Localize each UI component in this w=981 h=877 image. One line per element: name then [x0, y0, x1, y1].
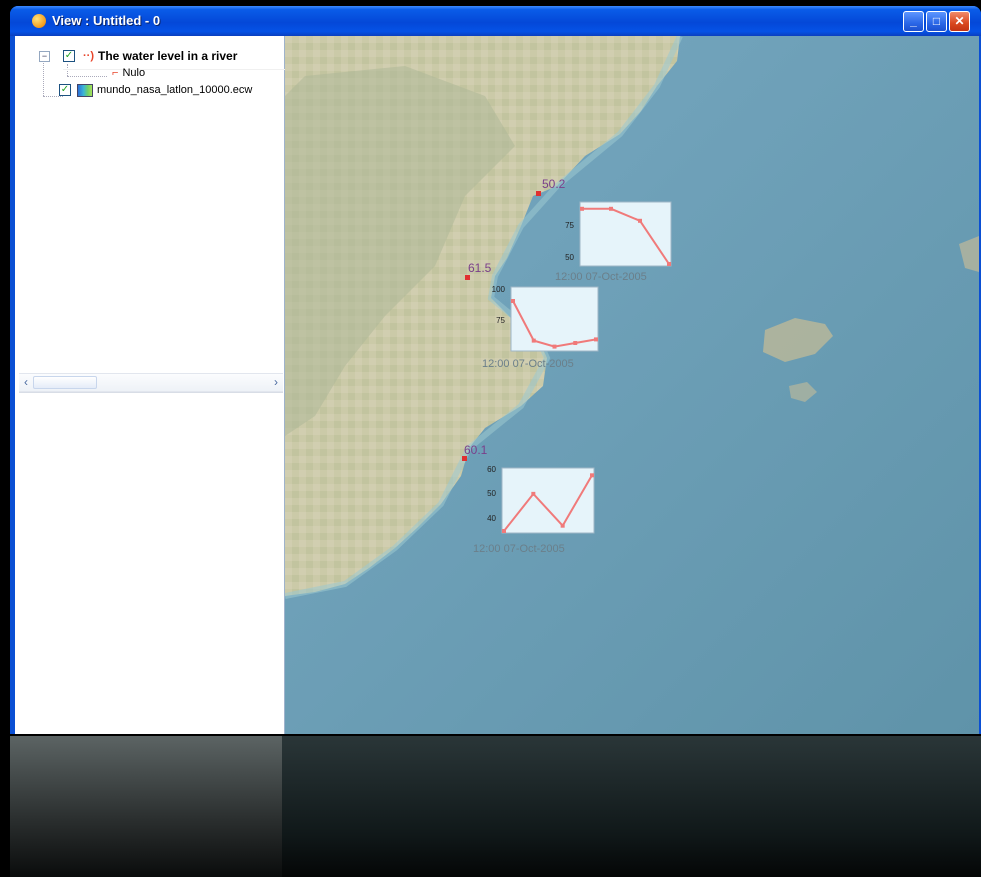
app-icon: [32, 14, 46, 28]
mini-chart-point: [502, 529, 506, 533]
minimize-button[interactable]: _: [903, 11, 924, 32]
mini-chart-point: [638, 218, 642, 223]
close-button[interactable]: ✕: [949, 11, 970, 32]
reflection-panel: [10, 736, 282, 877]
close-icon: ✕: [954, 14, 965, 28]
mini-chart-tick-label: 40: [487, 514, 496, 523]
mini-chart-tick-label: 50: [487, 489, 496, 498]
mini-chart-point: [560, 523, 565, 528]
legend-label: Nulo: [122, 67, 146, 79]
layer-checkbox[interactable]: ✓: [63, 50, 75, 62]
map-svg: 50.2 75 50 12:00 07-Oct-2005 61.5 100 75 12:00 …: [285, 36, 979, 734]
mini-chart-frame: [579, 201, 672, 267]
station-value-label: 61.5: [468, 261, 492, 275]
mini-chart-point: [552, 344, 557, 349]
layer-toc: − ✓ ··) The water level in a river ⌐ Nul…: [15, 36, 285, 734]
mini-chart-tick-label: 60: [487, 465, 496, 474]
window-reflection: [10, 736, 981, 877]
station-marker: [465, 275, 470, 280]
toc-horizontal-scrollbar[interactable]: ‹ ›: [19, 373, 283, 392]
mini-chart-point: [531, 338, 536, 343]
locator-map[interactable]: [19, 392, 283, 734]
toc-layer-raster[interactable]: ✓ mundo_nasa_latlon_10000.ecw: [59, 81, 252, 99]
mini-chart-time-label: 12:00 07-Oct-2005: [473, 543, 565, 555]
station-marker: [536, 191, 541, 196]
map-canvas[interactable]: 50.2 75 50 12:00 07-Oct-2005 61.5 100 75 12:00 …: [285, 36, 979, 734]
toc-legend-item[interactable]: ⌐ Nulo: [112, 64, 145, 82]
view-client: − ✓ ··) The water level in a river ⌐ Nul…: [15, 36, 979, 734]
mini-chart-point: [609, 206, 613, 211]
layer-name: mundo_nasa_latlon_10000.ecw: [97, 84, 253, 96]
marker-icon: ⌐: [112, 67, 119, 79]
mini-chart-point: [580, 206, 584, 211]
mini-chart-point: [667, 262, 671, 266]
toc-layer-water-level[interactable]: ✓ ··) The water level in a river: [63, 47, 237, 65]
mini-chart-point: [511, 299, 515, 303]
layer-name: The water level in a river: [98, 49, 238, 63]
mini-chart-time-label: 12:00 07-Oct-2005: [482, 358, 574, 370]
minimize-icon: _: [910, 14, 917, 28]
mini-chart-frame: [501, 467, 595, 534]
maximize-icon: □: [932, 14, 941, 28]
scroll-left-icon[interactable]: ‹: [19, 374, 33, 391]
mini-chart-tick-label: 50: [565, 253, 574, 262]
view-window: View : Untitled - 0 _ □ ✕ − ✓ ··) The wa…: [10, 6, 981, 734]
scroll-right-icon[interactable]: ›: [269, 374, 283, 391]
mini-chart-time-label: 12:00 07-Oct-2005: [555, 271, 647, 283]
mini-chart-point: [573, 341, 578, 345]
layer-checkbox[interactable]: ✓: [59, 84, 71, 96]
layer-expander[interactable]: −: [39, 51, 50, 62]
window-title: View : Untitled - 0: [52, 13, 161, 28]
title-bar[interactable]: View : Untitled - 0 _ □ ✕: [10, 6, 981, 36]
scroll-thumb[interactable]: [33, 376, 97, 389]
mini-chart-tick-label: 100: [492, 285, 506, 294]
raster-icon: [77, 83, 93, 97]
mini-chart-tick-label: 75: [565, 221, 574, 230]
mini-chart-point: [531, 491, 536, 496]
water-wave-icon: ··): [83, 50, 94, 62]
station-value-label: 50.2: [542, 177, 566, 191]
maximize-button[interactable]: □: [926, 11, 947, 32]
mini-chart-tick-label: 75: [496, 316, 505, 325]
mini-chart-point: [594, 337, 598, 342]
mini-chart-point: [590, 473, 594, 478]
station-value-label: 60.1: [464, 443, 488, 457]
